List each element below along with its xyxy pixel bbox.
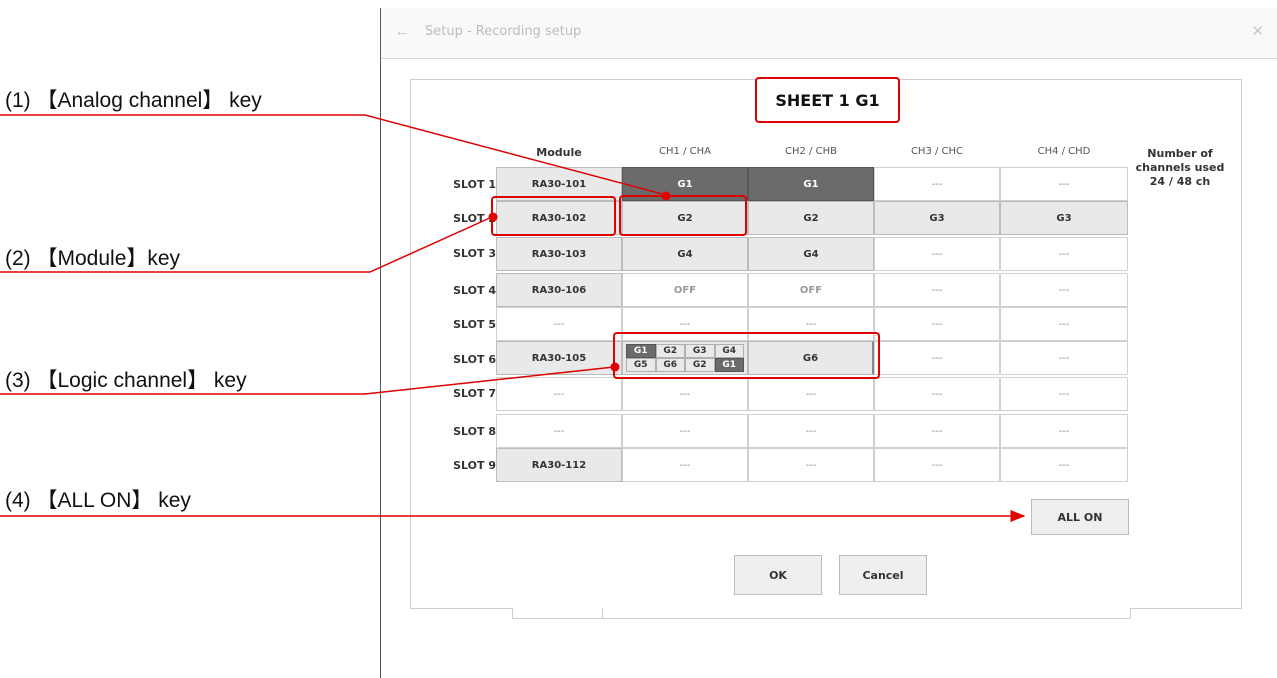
callout-dot-logic	[610, 362, 620, 372]
callout-line-analog	[0, 114, 667, 196]
callout-module: (2) 【Module】key	[5, 247, 181, 270]
callout-dot-analog	[661, 191, 671, 201]
callout-logic-channel: (3) 【Logic channel】 key	[5, 369, 247, 392]
callout-analog-channel: (1) 【Analog channel】 key	[5, 89, 262, 112]
callout-all-on: (4) 【ALL ON】 key	[5, 489, 191, 512]
callout-dot-module	[488, 212, 498, 222]
